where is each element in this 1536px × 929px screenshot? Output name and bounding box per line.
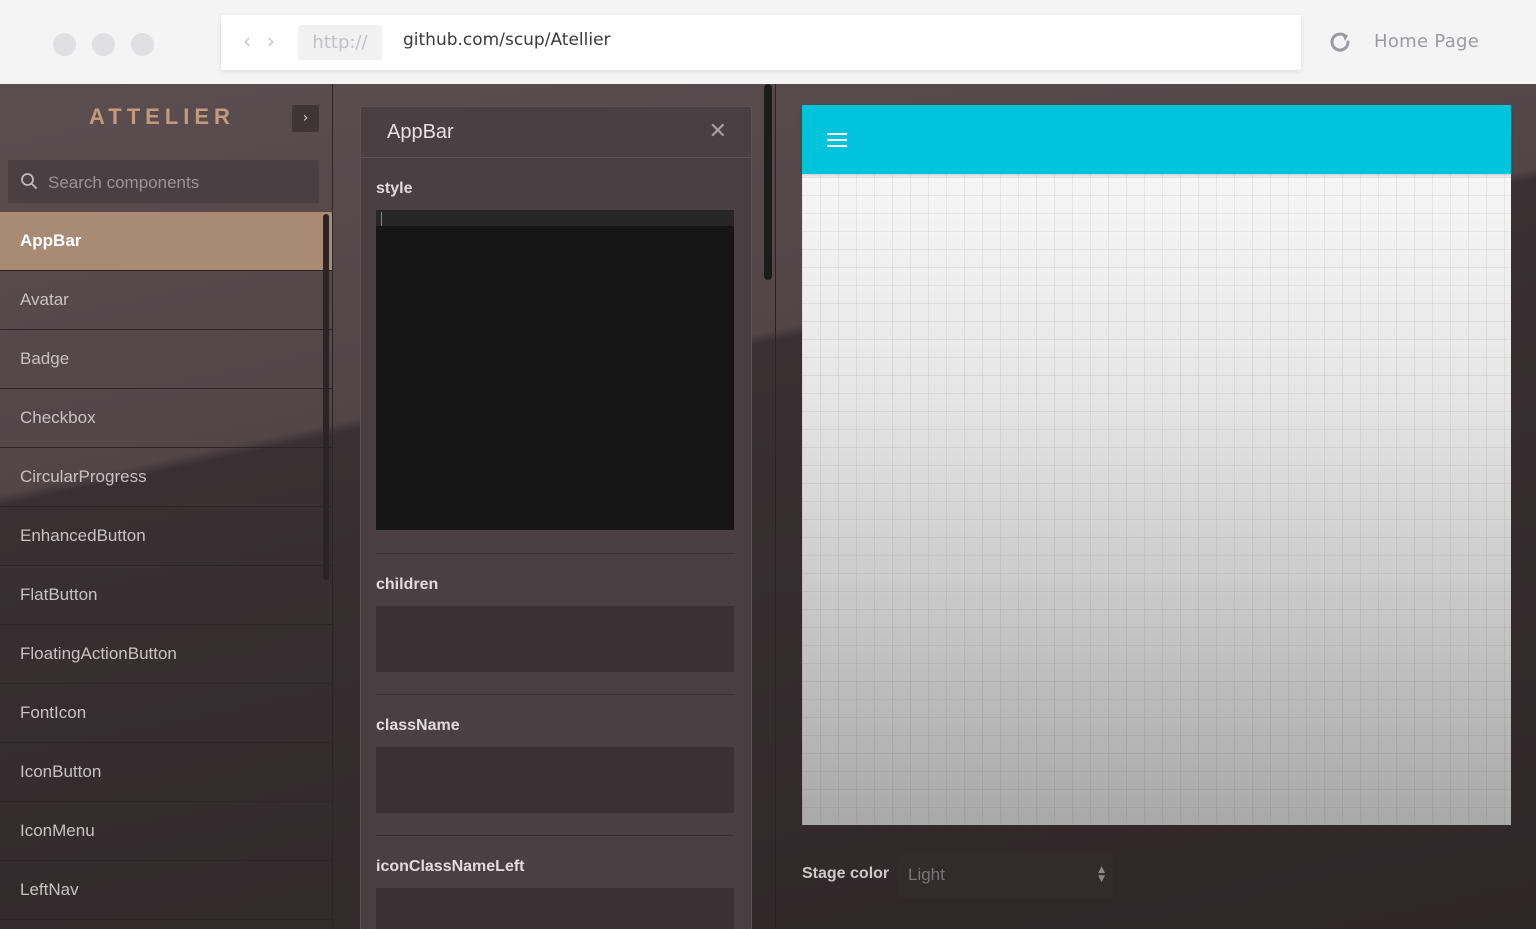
window-maximize-dot[interactable]	[131, 33, 154, 56]
stage-color-select[interactable]: Light ▲ ▼	[898, 852, 1113, 898]
search-input[interactable]	[46, 160, 315, 205]
reload-icon[interactable]	[1326, 28, 1354, 56]
sidebar-item-iconbutton[interactable]: IconButton	[0, 743, 332, 802]
sidebar-item-enhancedbutton[interactable]: EnhancedButton	[0, 507, 332, 566]
editor-active-line	[376, 210, 734, 226]
sidebar-item-iconmenu[interactable]: IconMenu	[0, 802, 332, 861]
props-panel-header: AppBar ✕	[361, 107, 751, 158]
search-box	[8, 160, 319, 205]
back-arrow-icon[interactable]: ‹	[243, 29, 251, 53]
sidebar-item-circularprogress[interactable]: CircularProgress	[0, 448, 332, 507]
divider	[376, 835, 734, 836]
sidebar-item-flatbutton[interactable]: FlatButton	[0, 566, 332, 625]
prop-label-children: children	[376, 576, 439, 593]
collapse-sidebar-button[interactable]: ›	[292, 105, 319, 132]
prop-label-style: style	[376, 180, 413, 197]
props-panel: AppBar ✕ style children className iconCl…	[360, 106, 752, 929]
divider	[376, 553, 734, 554]
text-cursor	[381, 212, 382, 226]
search-icon	[21, 173, 37, 189]
stage-color-value: Light	[908, 865, 945, 884]
props-scrollbar[interactable]	[764, 84, 772, 280]
browser-toolbar: ‹ › http:// github.com/scup/Atellier Hom…	[0, 0, 1536, 84]
atellier-app: ATTELIER › AppBarAvatarBadgeCheckboxCirc…	[0, 84, 1536, 929]
iconclassnameleft-input[interactable]	[376, 888, 734, 929]
panel-divider	[775, 84, 776, 929]
sidebar-item-appbar[interactable]: AppBar	[0, 212, 332, 271]
sidebar-item-floatingactionbutton[interactable]: FloatingActionButton	[0, 625, 332, 684]
sidebar-item-avatar[interactable]: Avatar	[0, 271, 332, 330]
preview-stage	[802, 105, 1511, 825]
window-minimize-dot[interactable]	[92, 33, 115, 56]
children-input[interactable]	[376, 606, 734, 672]
home-page-link[interactable]: Home Page	[1374, 31, 1479, 52]
appbar-preview	[802, 105, 1511, 174]
hamburger-menu-icon[interactable]	[827, 133, 847, 147]
sidebar-item-fonticon[interactable]: FontIcon	[0, 684, 332, 743]
forward-arrow-icon[interactable]: ›	[267, 29, 275, 53]
sidebar: ATTELIER › AppBarAvatarBadgeCheckboxCirc…	[0, 84, 333, 929]
stage-color-label: Stage color	[802, 865, 890, 882]
close-icon[interactable]: ✕	[709, 119, 727, 144]
sidebar-item-leftnav[interactable]: LeftNav	[0, 861, 332, 920]
sidebar-item-badge[interactable]: Badge	[0, 330, 332, 389]
address-bar[interactable]: ‹ › http:// github.com/scup/Atellier	[221, 15, 1301, 70]
sidebar-scrollbar[interactable]	[323, 214, 329, 580]
component-list: AppBar Avatar Badge Checkbox CircularProgres…	[0, 212, 332, 920]
brand-logo: ATTELIER	[89, 104, 235, 129]
select-arrows-icon: ▲ ▼	[1098, 865, 1105, 884]
props-panel-title: AppBar	[387, 121, 454, 143]
prop-label-iconclassnameleft: iconClassNameLeft	[376, 858, 525, 875]
url-protocol: http://	[298, 25, 382, 60]
classname-input[interactable]	[376, 747, 734, 813]
prop-label-classname: className	[376, 717, 460, 734]
style-code-editor[interactable]	[376, 210, 734, 530]
divider	[376, 694, 734, 695]
window-close-dot[interactable]	[53, 33, 76, 56]
sidebar-item-checkbox[interactable]: Checkbox	[0, 389, 332, 448]
url-text[interactable]: github.com/scup/Atellier	[403, 30, 611, 50]
